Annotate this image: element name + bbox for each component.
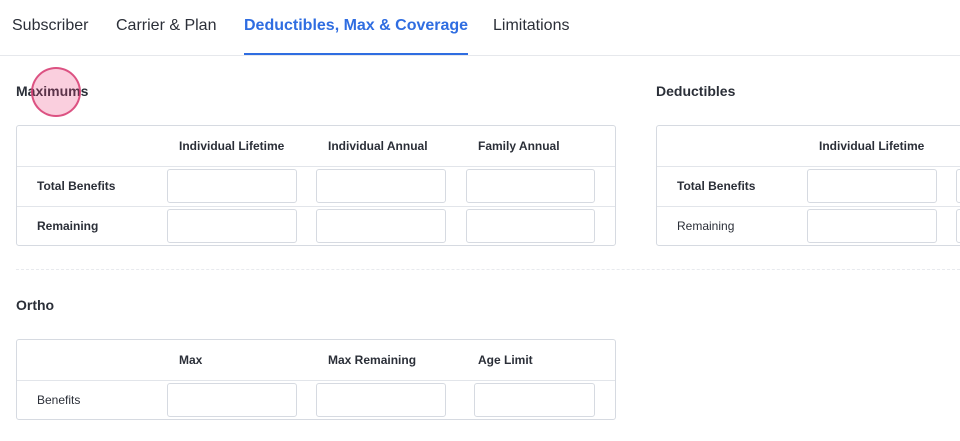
maximums-title: Maximums bbox=[16, 83, 89, 99]
maximums-total-family-annual-input[interactable] bbox=[466, 169, 595, 203]
maximums-remaining-family-annual-input[interactable] bbox=[466, 209, 595, 243]
deductibles-total-next-input[interactable] bbox=[956, 169, 960, 203]
deductibles-total-individual-lifetime-input[interactable] bbox=[807, 169, 937, 203]
tab-carrier-plan[interactable]: Carrier & Plan bbox=[116, 17, 216, 35]
tab-deductibles-max-coverage[interactable]: Deductibles, Max & Coverage bbox=[244, 17, 468, 35]
ortho-col-max-remaining: Max Remaining bbox=[328, 353, 417, 367]
tab-limitations[interactable]: Limitations bbox=[493, 17, 569, 35]
maximums-col-family-annual: Family Annual bbox=[478, 139, 560, 153]
deductibles-col-individual-lifetime: Individual Lifetime bbox=[819, 139, 925, 153]
ortho-max-remaining-input[interactable] bbox=[316, 383, 446, 417]
tab-subscriber[interactable]: Subscriber bbox=[12, 17, 88, 35]
maximums-row-total-benefits: Total Benefits bbox=[37, 179, 116, 193]
deductibles-table: Individual Lifetime Total Benefits Remai… bbox=[656, 125, 960, 246]
maximums-total-individual-lifetime-input[interactable] bbox=[167, 169, 297, 203]
maximums-total-individual-annual-input[interactable] bbox=[316, 169, 446, 203]
deductibles-title: Deductibles bbox=[656, 83, 736, 99]
deductibles-row-remaining: Remaining bbox=[677, 219, 735, 233]
ortho-row-benefits: Benefits bbox=[37, 393, 81, 407]
ortho-age-limit-input[interactable] bbox=[474, 383, 595, 417]
ortho-col-age-limit: Age Limit bbox=[478, 353, 533, 367]
ortho-max-input[interactable] bbox=[167, 383, 297, 417]
active-tab-indicator bbox=[244, 53, 468, 55]
ortho-title: Ortho bbox=[16, 297, 55, 313]
deductibles-remaining-next-input[interactable] bbox=[956, 209, 960, 243]
ortho-col-max: Max bbox=[179, 353, 203, 367]
maximums-col-individual-lifetime: Individual Lifetime bbox=[179, 139, 285, 153]
maximums-col-individual-annual: Individual Annual bbox=[328, 139, 428, 153]
maximums-remaining-individual-annual-input[interactable] bbox=[316, 209, 446, 243]
section-divider bbox=[16, 269, 960, 270]
ortho-table: Max Max Remaining Age Limit Benefits bbox=[16, 339, 616, 420]
maximums-row-remaining: Remaining bbox=[37, 219, 99, 233]
deductibles-remaining-individual-lifetime-input[interactable] bbox=[807, 209, 937, 243]
tab-bar: Subscriber Carrier & Plan Deductibles, M… bbox=[0, 0, 960, 56]
deductibles-row-total-benefits: Total Benefits bbox=[677, 179, 756, 193]
maximums-remaining-individual-lifetime-input[interactable] bbox=[167, 209, 297, 243]
maximums-table: Individual Lifetime Individual Annual Fa… bbox=[16, 125, 616, 246]
